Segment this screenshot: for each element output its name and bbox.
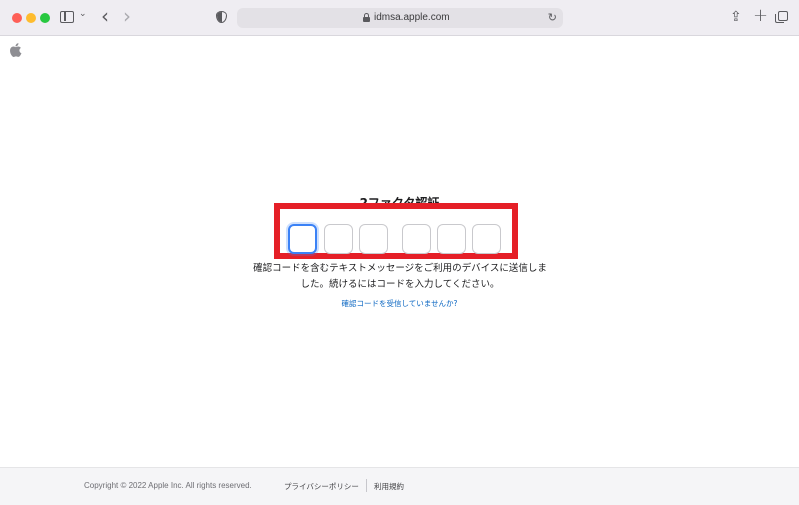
sidebar-icon[interactable] <box>60 11 74 23</box>
code-digit-5[interactable] <box>437 224 466 254</box>
privacy-policy-link[interactable]: プライバシーポリシー <box>284 481 359 492</box>
description-line-1: 確認コードを含むテキストメッセージをご利用のデバイスに送信しま <box>253 263 547 274</box>
share-icon[interactable]: ⇪ <box>730 8 742 26</box>
terms-of-use-link[interactable]: 利用規約 <box>374 481 404 492</box>
chevron-down-icon[interactable]: ⌄ <box>79 9 87 19</box>
code-input-highlight <box>274 203 518 259</box>
description-text: 確認コードを含むテキストメッセージをご利用のデバイスに送信しま した。続けるには… <box>240 261 560 293</box>
browser-toolbar: ⌄ ‹ › idmsa.apple.com ↻ ⇪ + <box>0 0 799 36</box>
apple-logo-icon[interactable] <box>8 42 22 58</box>
code-not-received-link[interactable]: 確認コードを受信していませんか? <box>0 298 799 309</box>
copyright-text: Copyright © 2022 Apple Inc. All rights r… <box>84 481 252 490</box>
url-text: idmsa.apple.com <box>374 12 450 23</box>
plus-icon[interactable]: + <box>753 5 768 27</box>
footer: Copyright © 2022 Apple Inc. All rights r… <box>0 467 799 505</box>
code-digit-1[interactable] <box>288 224 317 254</box>
code-digit-6[interactable] <box>472 224 501 254</box>
privacy-shield-icon[interactable] <box>216 11 227 23</box>
code-digit-4[interactable] <box>402 224 431 254</box>
tabs-overview-icon[interactable] <box>775 11 788 23</box>
address-bar[interactable]: idmsa.apple.com ↻ <box>237 8 563 28</box>
back-arrow-icon[interactable]: ‹ <box>101 4 109 28</box>
reload-icon[interactable]: ↻ <box>548 10 557 26</box>
zoom-window-button[interactable] <box>40 13 50 23</box>
code-digit-3[interactable] <box>359 224 388 254</box>
close-window-button[interactable] <box>12 13 22 23</box>
footer-divider <box>366 479 367 492</box>
lock-icon <box>363 13 370 22</box>
code-digit-2[interactable] <box>324 224 353 254</box>
description-line-2: した。続けるにはコードを入力してください。 <box>300 279 500 290</box>
minimize-window-button[interactable] <box>26 13 36 23</box>
forward-arrow-icon[interactable]: › <box>123 4 131 28</box>
